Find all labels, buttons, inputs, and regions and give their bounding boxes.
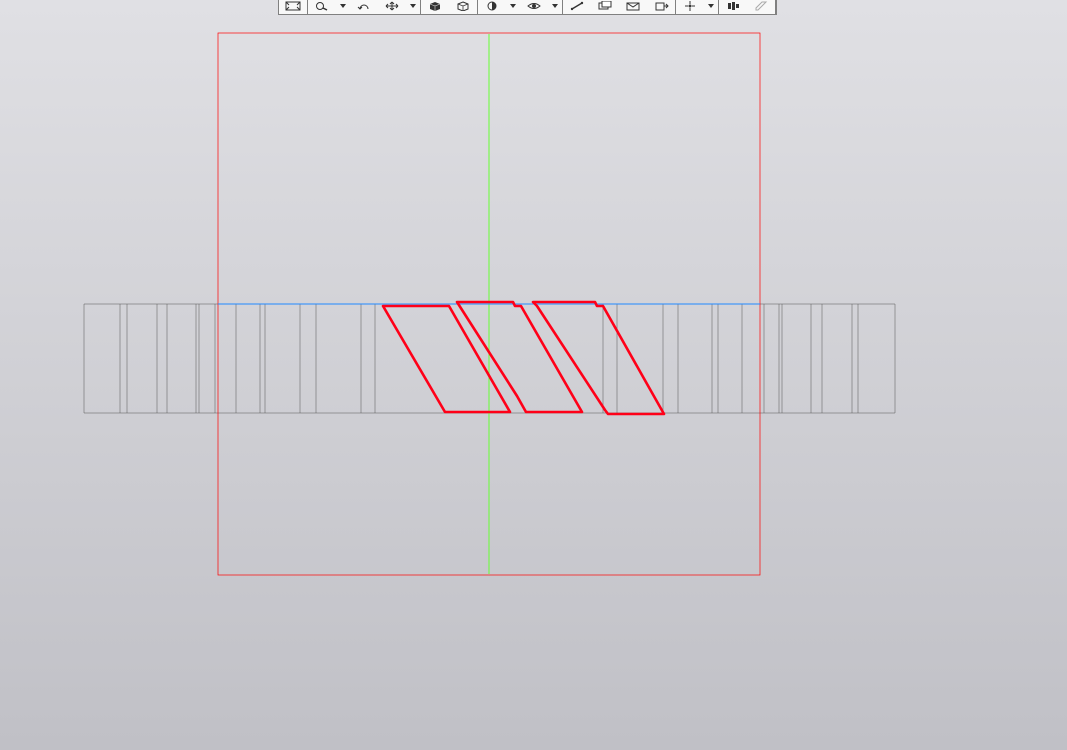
mail-button[interactable] [619, 0, 647, 12]
pipette-icon [752, 1, 770, 11]
layer-icon [596, 1, 614, 11]
fit-view-icon [284, 1, 302, 11]
settings-icon [724, 1, 742, 11]
target-button[interactable] [676, 0, 704, 12]
viewport[interactable] [0, 14, 1067, 750]
selection-shape[interactable] [383, 306, 510, 412]
shade-icon [483, 1, 501, 11]
pan-button[interactable] [378, 0, 406, 12]
drawing-canvas[interactable] [0, 14, 1067, 750]
export-icon [652, 1, 670, 11]
layer-button[interactable] [591, 0, 619, 12]
visibility-dropdown[interactable] [548, 0, 562, 12]
shade-button[interactable] [478, 0, 506, 12]
dropdown-icon [707, 2, 715, 10]
selection-shape[interactable] [457, 302, 582, 412]
cube-button[interactable] [449, 0, 477, 12]
target-dropdown[interactable] [704, 0, 718, 12]
pan-dropdown[interactable] [406, 0, 420, 12]
rotate-button[interactable] [350, 0, 378, 12]
pan-icon [383, 1, 401, 11]
pipette-button[interactable] [747, 0, 775, 12]
fit-view-button[interactable] [279, 0, 307, 12]
zoom-icon [313, 1, 331, 11]
toolbar [278, 0, 777, 15]
measure-icon [568, 1, 586, 11]
zoom-dropdown[interactable] [336, 0, 350, 12]
iso-cube-icon [426, 1, 444, 11]
measure-button[interactable] [563, 0, 591, 12]
export-button[interactable] [647, 0, 675, 12]
visibility-button[interactable] [520, 0, 548, 12]
target-icon [681, 1, 699, 11]
zoom-button[interactable] [308, 0, 336, 12]
cube-icon [454, 1, 472, 11]
selection-shape[interactable] [533, 302, 664, 414]
isometric-button[interactable] [421, 0, 449, 12]
dropdown-icon [409, 2, 417, 10]
shade-dropdown[interactable] [506, 0, 520, 12]
rotate-icon [355, 1, 373, 11]
dropdown-icon [509, 2, 517, 10]
mail-icon [624, 1, 642, 11]
settings-button[interactable] [719, 0, 747, 12]
visibility-icon [525, 1, 543, 11]
dropdown-icon [339, 2, 347, 10]
dropdown-icon [551, 2, 559, 10]
